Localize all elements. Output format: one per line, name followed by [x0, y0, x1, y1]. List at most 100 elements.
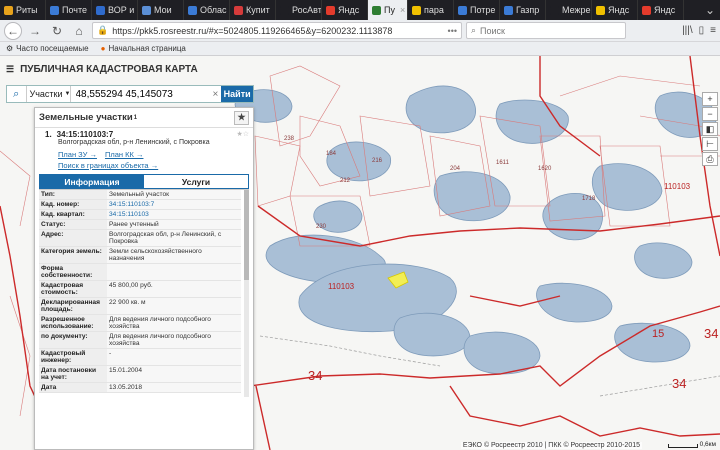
favorite-star-icon[interactable]: ★ — [234, 110, 249, 125]
address-bar[interactable]: 🔒 https://pkk5.rosreestr.ru/#x=5024805.1… — [92, 22, 462, 39]
browser-tab[interactable]: Межрегис — [546, 0, 592, 20]
search-icon: ⌕ — [471, 25, 477, 35]
menu-icon[interactable]: ≡ — [710, 25, 716, 36]
favicon-icon — [50, 5, 59, 15]
search-type-select[interactable]: Участки ▼ — [27, 86, 71, 102]
quarter-label: 110103 — [328, 282, 355, 291]
search-in-bounds-link[interactable]: Поиск в границах объекта → — [58, 161, 158, 170]
parcel-result-item: 1. 34:15:110103:7 ★☆ Волгоградская обл, … — [35, 128, 253, 171]
search-type-value: Участки — [29, 89, 63, 99]
url-text: https://pkk5.rosreestr.ru/#x=5024805.119… — [112, 25, 393, 36]
favicon-icon — [458, 5, 467, 15]
browser-tab[interactable]: пара — [408, 0, 454, 20]
bookmark-frequent[interactable]: ⚙ Часто посещаемые — [6, 44, 89, 53]
forward-button[interactable]: → — [26, 22, 44, 40]
attribute-key: Кадастровый инженер: — [39, 348, 107, 366]
parcel-label: 184 — [326, 151, 337, 157]
bookmark-label: Часто посещаемые — [16, 44, 89, 53]
back-button[interactable]: ← — [4, 21, 22, 40]
browser-tab[interactable]: РосАвтоН — [276, 0, 322, 20]
tab-list-icon[interactable]: ⌄ — [700, 3, 720, 17]
search-placeholder: Поиск — [480, 25, 505, 36]
parcel-label: 212 — [340, 178, 351, 184]
attribute-value[interactable]: 34:15:110103 — [107, 209, 241, 220]
plan-kk-link[interactable]: План КК → — [105, 150, 144, 159]
attribute-key: по документу: — [39, 331, 107, 349]
attribute-value — [107, 263, 241, 281]
tab-label: Межрегис — [562, 5, 591, 15]
attribute-row: по документу: Для ведения личного подсобн… — [39, 331, 241, 349]
clear-icon[interactable]: × — [213, 86, 222, 102]
district-label: 34 — [672, 376, 687, 391]
scrollbar[interactable] — [244, 190, 249, 397]
zoom-out-button[interactable]: − — [702, 107, 718, 121]
quarter-label: 110103 — [664, 182, 691, 191]
attribute-key: Кадастровая стоимость: — [39, 280, 107, 298]
attribute-key: Форма собственности: — [39, 263, 107, 281]
tab-label: Облас — [200, 5, 227, 15]
close-tab-icon[interactable]: × — [400, 5, 405, 15]
browser-tab[interactable]: ВОР и — [92, 0, 138, 20]
browser-tab[interactable]: Яндс — [592, 0, 638, 20]
home-button[interactable]: ⌂ — [70, 22, 88, 40]
menu-icon[interactable]: ☰ — [6, 64, 14, 75]
browser-tab[interactable]: Купит — [230, 0, 276, 20]
browser-tab[interactable]: Яндс — [638, 0, 684, 20]
favicon-icon — [96, 5, 105, 15]
bookmarks-bar: ⚙ Часто посещаемые ● Начальная страница — [0, 42, 720, 56]
attribute-value[interactable]: 34:15:110103:7 — [107, 199, 241, 210]
tab-information[interactable]: Информация — [40, 175, 144, 188]
attribute-key: Кад. номер: — [39, 199, 107, 210]
print-icon[interactable]: ⎙ — [702, 152, 718, 166]
favicon-icon — [372, 5, 381, 15]
attribute-key: Разрешенное использование: — [39, 314, 107, 332]
tab-label: Потре — [470, 5, 496, 15]
browser-tab[interactable]: Потре — [454, 0, 500, 20]
app-title: ПУБЛИЧНАЯ КАДАСТРОВАЯ КАРТА — [20, 64, 198, 75]
browser-tab[interactable]: Мои — [138, 0, 184, 20]
zoom-in-button[interactable]: + — [702, 92, 718, 106]
attribute-key: Дата постановки на учет: — [39, 365, 107, 383]
attribute-value: Для ведения личного подсобного хозяйства — [107, 314, 241, 332]
scrollbar-thumb[interactable] — [244, 190, 249, 280]
layers-icon[interactable]: ◧ — [702, 122, 718, 136]
rating-stars-icon[interactable]: ★☆ — [236, 131, 249, 139]
panel-title: Земельные участки — [39, 112, 133, 123]
parcel-info-panel: Земельные участки 1 ★ 1. 34:15:110103:7 … — [34, 107, 254, 450]
tab-label: Мои — [154, 5, 172, 15]
ruler-icon[interactable]: ⊢ — [702, 137, 718, 151]
tab-label: Яндс — [608, 5, 630, 15]
parcel-label: 15 — [652, 328, 665, 340]
favicon-icon — [504, 5, 513, 15]
map-scale: 0,6км — [667, 441, 716, 448]
sidebar-icon[interactable]: ▯ — [699, 25, 705, 36]
library-icon[interactable]: |||\ — [682, 25, 693, 36]
attribute-value: 13.05.2018 — [107, 382, 241, 393]
cadastral-map[interactable]: 238 184 212 216 204 1611 1620 1718 230 1… — [0, 56, 720, 450]
tab-label: Яндс — [654, 5, 676, 15]
browser-tab[interactable]: Риты — [0, 0, 46, 20]
reload-button[interactable]: ↻ — [48, 22, 66, 40]
page-actions-icon[interactable]: ••• — [448, 26, 457, 36]
attribute-row: Кадастровая стоимость: 45 800,00 руб. — [39, 280, 241, 298]
browser-tab[interactable]: Пу × — [368, 0, 408, 20]
coordinates-input[interactable] — [70, 86, 213, 102]
browser-search-field[interactable]: ⌕ Поиск — [466, 22, 626, 39]
browser-tab[interactable]: Почте — [46, 0, 92, 20]
attribute-value: Земельный участок — [107, 190, 241, 200]
attribute-value: Ранее учтенный — [107, 219, 241, 230]
tab-services[interactable]: Услуги — [144, 175, 248, 188]
tab-label: Газпр — [516, 5, 540, 15]
bookmark-start-page[interactable]: ● Начальная страница — [101, 44, 186, 53]
browser-tab[interactable]: Облас — [184, 0, 230, 20]
parcel-address: Волгоградская обл, р-н Ленинский, с Покр… — [58, 139, 210, 146]
tab-label: РосАвтоН — [292, 5, 322, 15]
browser-tab[interactable]: Яндс — [322, 0, 368, 20]
attributes-scroll-area[interactable]: Тип: Земельный участок Кад. номер: 34:15:11… — [39, 189, 249, 397]
find-button[interactable]: Найти — [221, 86, 254, 102]
cadastral-number[interactable]: 34:15:110103:7 — [57, 131, 114, 139]
search-icon[interactable]: ⌕ — [7, 86, 27, 102]
plan-zu-link[interactable]: План ЗУ → — [58, 150, 97, 159]
browser-tab[interactable]: Газпр — [500, 0, 546, 20]
parcel-label: 230 — [316, 224, 327, 230]
